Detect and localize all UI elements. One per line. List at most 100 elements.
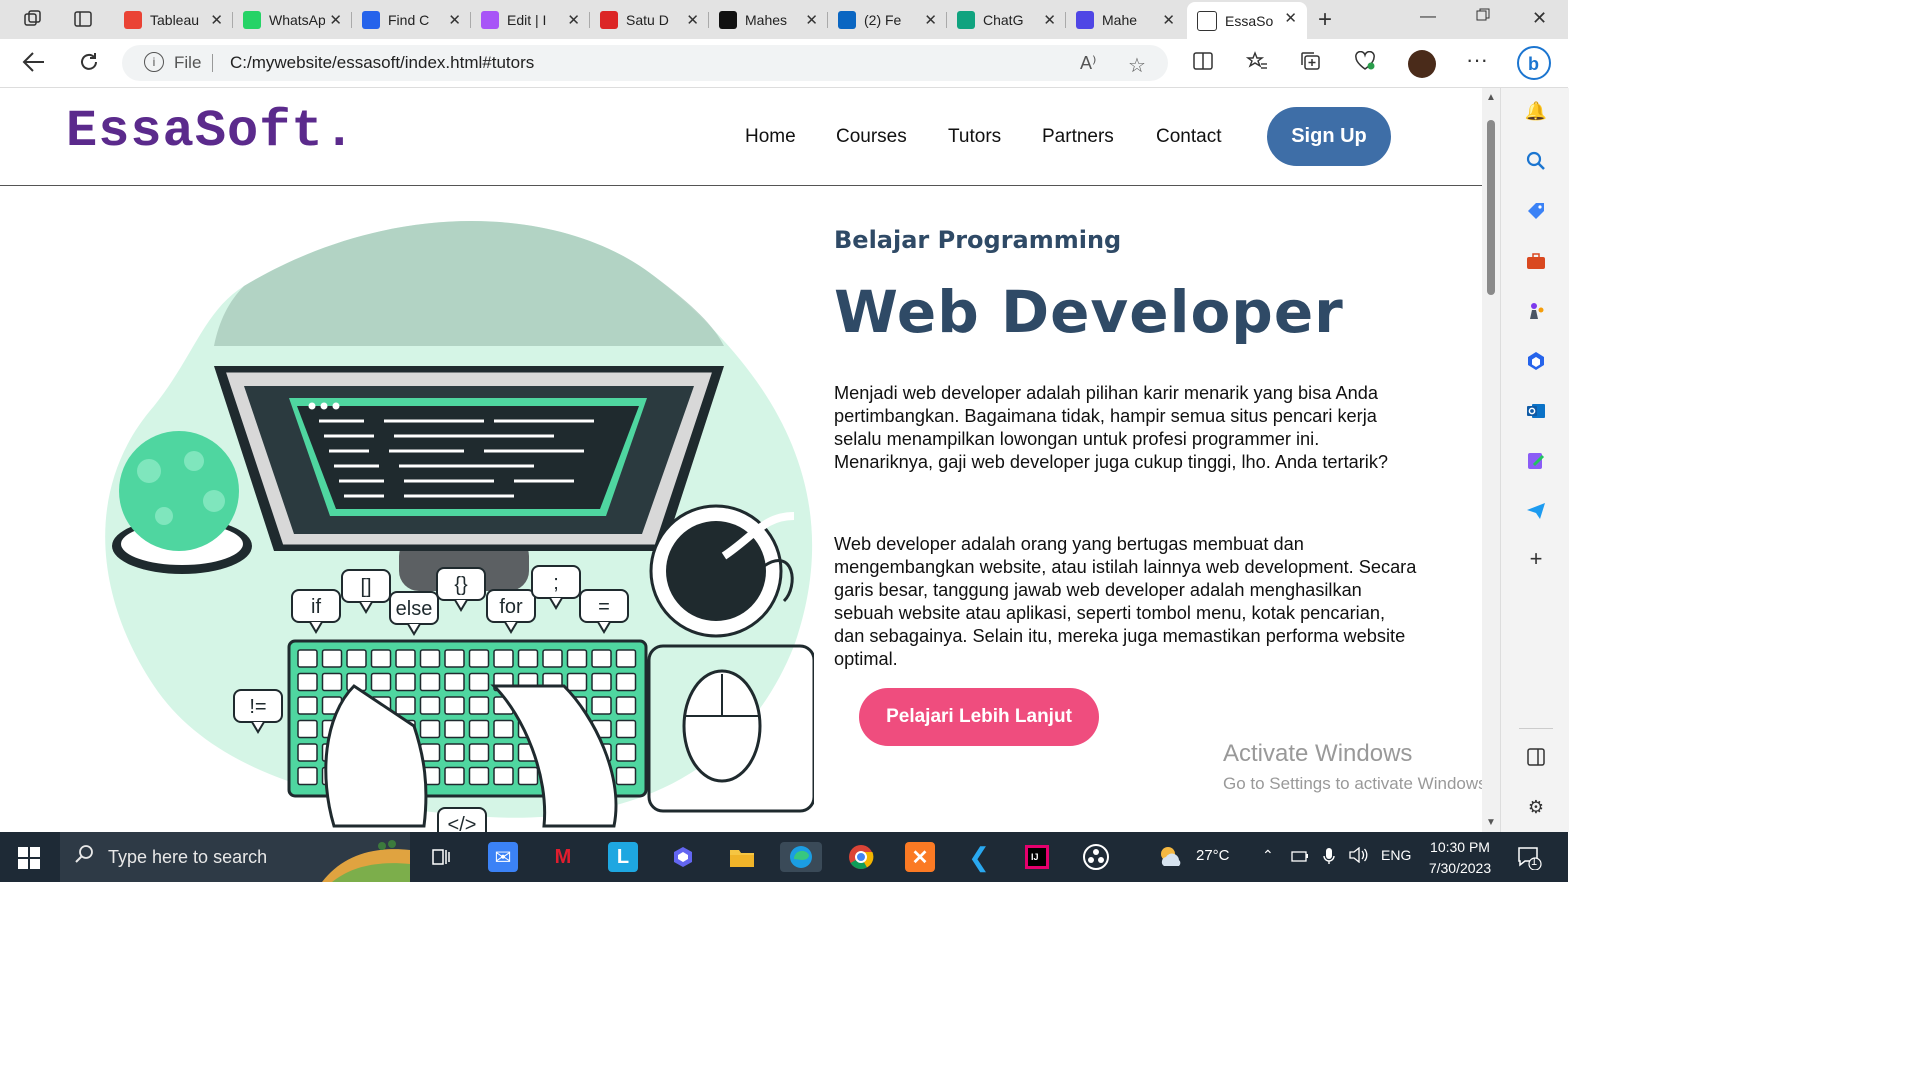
nav-tutors[interactable]: Tutors <box>948 126 1001 148</box>
l-app-icon[interactable]: L <box>608 842 638 872</box>
browser-tab[interactable]: ChatG ✕ <box>947 4 1066 36</box>
task-view-icon[interactable] <box>426 842 456 872</box>
copilot-app-icon[interactable] <box>668 842 698 872</box>
address-bar[interactable]: i File C:/mywebsite/essasoft/index.html#… <box>122 45 1168 81</box>
send-plane-icon[interactable] <box>1525 500 1547 522</box>
back-icon[interactable] <box>22 51 46 79</box>
bubble-label: = <box>598 596 610 618</box>
notifications-bell-icon[interactable]: 🔔 <box>1525 100 1547 122</box>
obs-icon[interactable] <box>1081 842 1111 872</box>
keyboard-key <box>615 696 637 715</box>
microphone-icon[interactable] <box>1322 847 1336 869</box>
keyboard-key <box>468 743 490 762</box>
tab-title: Tableau <box>150 12 200 28</box>
minimize-button[interactable]: — <box>1420 8 1436 26</box>
settings-more-icon[interactable]: ··· <box>1466 47 1488 73</box>
tools-briefcase-icon[interactable] <box>1525 250 1547 272</box>
weather-temperature[interactable]: 27°C <box>1196 847 1230 864</box>
close-tab-icon[interactable]: ✕ <box>686 11 699 29</box>
taskbar-search-box[interactable]: Type here to search <box>60 832 410 882</box>
search-icon[interactable] <box>1525 150 1547 172</box>
notification-center-icon[interactable] <box>1516 844 1542 874</box>
scrollbar-thumb[interactable] <box>1487 120 1495 295</box>
close-tab-icon[interactable]: ✕ <box>1043 11 1056 29</box>
favorite-star-icon[interactable]: ☆ <box>1128 53 1146 78</box>
intellij-icon[interactable]: IJ <box>1022 842 1052 872</box>
hide-sidebar-icon[interactable] <box>1525 746 1547 768</box>
tab-title: (2) Fe <box>864 12 902 28</box>
tab-actions-icon[interactable] <box>72 8 94 30</box>
close-tab-icon[interactable]: ✕ <box>329 11 342 29</box>
windows-start-icon[interactable] <box>18 847 40 874</box>
nav-contact[interactable]: Contact <box>1156 126 1221 148</box>
edge-taskbar-icon[interactable] <box>780 842 822 872</box>
keyboard-key <box>370 672 392 692</box>
nav-home[interactable]: Home <box>745 126 796 148</box>
file-explorer-icon[interactable] <box>727 842 757 872</box>
sidebar-settings-gear-icon[interactable]: ⚙ <box>1525 796 1547 818</box>
keyboard-key <box>468 649 490 668</box>
favorites-icon[interactable] <box>1245 51 1268 77</box>
xampp-icon[interactable]: ✕ <box>905 842 935 872</box>
close-tab-icon[interactable]: ✕ <box>924 11 937 29</box>
microsoft-365-icon[interactable] <box>1525 350 1547 372</box>
show-hidden-icons-chevron-icon[interactable]: ⌃ <box>1262 847 1274 864</box>
designer-icon[interactable] <box>1525 450 1547 472</box>
close-tab-icon[interactable]: ✕ <box>805 11 818 29</box>
scroll-up-arrow-icon[interactable]: ▲ <box>1486 92 1496 103</box>
profile-avatar[interactable] <box>1408 50 1436 78</box>
outlook-icon[interactable] <box>1525 400 1547 422</box>
bubble-label: </> <box>448 814 477 832</box>
scroll-down-arrow-icon[interactable]: ▼ <box>1486 817 1496 828</box>
sign-up-button[interactable]: Sign Up <box>1267 107 1391 166</box>
browser-tab[interactable]: Find C ✕ <box>352 4 471 36</box>
url-text[interactable]: C:/mywebsite/essasoft/index.html#tutors <box>230 53 534 73</box>
close-tab-icon[interactable]: ✕ <box>210 11 223 29</box>
refresh-icon[interactable] <box>78 51 100 79</box>
input-language[interactable]: ENG <box>1381 847 1411 863</box>
bubble-label: if <box>311 596 321 618</box>
keyboard-key <box>370 649 392 668</box>
mcafee-icon[interactable]: M <box>548 842 578 872</box>
url-scheme-label: File <box>174 53 202 72</box>
vscode-icon[interactable]: ❮ <box>964 842 994 872</box>
close-window-button[interactable]: ✕ <box>1532 8 1547 29</box>
browser-tab[interactable]: Tableau ✕ <box>114 4 233 36</box>
browser-tab[interactable]: WhatsApp✕ <box>233 4 352 36</box>
mail-app-icon[interactable]: ✉ <box>488 842 518 872</box>
site-info-icon[interactable]: i <box>144 52 164 72</box>
new-tab-button[interactable]: + <box>1318 6 1332 34</box>
close-tab-icon[interactable]: ✕ <box>448 11 461 29</box>
keyboard-key <box>321 649 343 668</box>
close-tab-icon[interactable]: ✕ <box>1284 9 1297 27</box>
keyboard-key <box>542 649 563 668</box>
browser-tab[interactable]: Satu D ✕ <box>590 4 709 36</box>
browser-tab[interactable]: Edit | I ✕ <box>471 4 590 36</box>
bing-chat-icon[interactable]: b <box>1516 45 1552 87</box>
read-aloud-icon[interactable]: A⁾ <box>1080 53 1096 74</box>
close-tab-icon[interactable]: ✕ <box>1162 11 1175 29</box>
page-scrollbar[interactable]: ▲ ▼ <box>1482 88 1500 832</box>
add-sidebar-app-icon[interactable]: + <box>1525 546 1547 571</box>
browser-tab[interactable]: (2) Fe ✕ <box>828 4 947 36</box>
nav-partners[interactable]: Partners <box>1042 126 1114 148</box>
site-logo[interactable]: EssaSoft. <box>66 102 356 161</box>
nav-courses[interactable]: Courses <box>836 126 907 148</box>
split-screen-icon[interactable] <box>1192 51 1214 77</box>
network-icon[interactable] <box>1290 847 1310 867</box>
browser-essentials-icon[interactable] <box>1354 50 1376 77</box>
volume-icon[interactable] <box>1348 846 1368 867</box>
weather-icon[interactable] <box>1156 844 1186 872</box>
close-tab-icon[interactable]: ✕ <box>567 11 580 29</box>
browser-tab[interactable]: EssaSo ✕ <box>1187 2 1307 39</box>
games-chess-icon[interactable] <box>1525 300 1547 322</box>
shopping-tag-icon[interactable] <box>1525 200 1547 222</box>
collections-icon[interactable] <box>1300 51 1322 77</box>
restore-button[interactable] <box>1476 8 1490 27</box>
taskbar-clock[interactable]: 10:30 PM 7/30/2023 <box>1420 837 1500 879</box>
workspaces-icon[interactable] <box>22 8 44 30</box>
browser-tab[interactable]: Mahe ✕ <box>1066 4 1185 36</box>
learn-more-button[interactable]: Pelajari Lebih Lanjut <box>859 688 1099 746</box>
chrome-icon[interactable] <box>846 842 876 872</box>
browser-tab[interactable]: Mahes ✕ <box>709 4 828 36</box>
